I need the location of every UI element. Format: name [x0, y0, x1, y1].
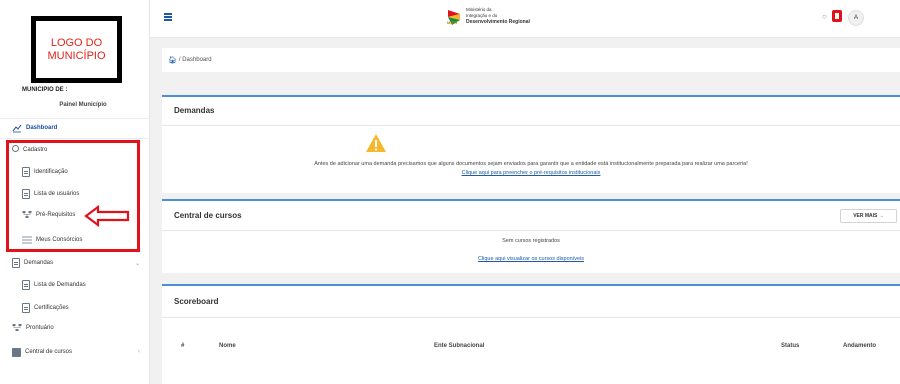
table-header-andamento: Andamento	[843, 343, 876, 349]
ministry-logo: Ministério da Integração e do Desenvolvi…	[446, 7, 530, 25]
document-icon	[22, 280, 30, 290]
highlight-frame	[6, 140, 140, 252]
card-title: Scoreboard	[174, 297, 219, 306]
ver-mais-button[interactable]: VER MAIS →	[840, 209, 897, 223]
panel-label: Painel Município	[59, 102, 107, 108]
municipality-logo: LOGO DO MUNICÍPIO	[31, 16, 122, 83]
sidebar-item-label: Demandas	[24, 260, 54, 266]
bell-icon[interactable]: ○	[822, 12, 827, 21]
demandas-card: Demandas	[162, 95, 900, 193]
avatar[interactable]: A	[848, 10, 864, 26]
table-header-index: #	[181, 343, 185, 349]
chevron-down-icon: ⌄	[134, 260, 140, 267]
table-header-ente: Ente Subnacional	[434, 343, 485, 349]
warning-icon	[366, 134, 386, 152]
sidebar-item-certificacoes[interactable]: Certificações	[0, 301, 150, 315]
sidebar-item-dashboard[interactable]: Dashboard	[0, 121, 150, 135]
breadcrumb: 🏠︎ / Dashboard	[162, 48, 900, 72]
sidebar-item-label: Central de cursos	[25, 349, 73, 355]
sidebar-item-label: Dashboard	[26, 125, 58, 131]
sidebar-item-lista-demandas[interactable]: Lista de Demandas	[0, 278, 150, 292]
cursos-empty: Sem cursos registrados	[502, 238, 560, 244]
top-header: Ministério da Integração e do Desenvolvi…	[150, 0, 900, 38]
home-icon[interactable]: 🏠︎	[168, 56, 177, 64]
table-header-nome: Nome	[219, 343, 236, 349]
arrow-left-icon	[84, 205, 130, 227]
card-title: Central de cursos	[174, 211, 242, 220]
ministry-line3: Desenvolvimento Regional	[466, 19, 530, 25]
demandas-message: Antes de adicionar uma demanda precisamo…	[314, 161, 748, 167]
sidebar-item-label: Certificações	[34, 305, 69, 311]
pdf-icon[interactable]	[832, 10, 842, 22]
sidebar-item-prontuario[interactable]: Prontuário	[0, 321, 150, 335]
menu-icon[interactable]	[164, 13, 172, 22]
breadcrumb-text: / Dashboard	[178, 57, 212, 63]
sidebar-item-label: Prontuário	[26, 325, 54, 331]
municipality-name: MUNICIPIO DE :	[22, 87, 68, 93]
document-icon	[12, 258, 20, 268]
sidebar: LOGO DO MUNICÍPIO MUNICIPIO DE : Painel …	[0, 0, 150, 384]
chart-line-icon	[12, 123, 22, 133]
chevron-left-icon: ‹	[138, 349, 140, 355]
hierarchy-icon	[12, 323, 22, 333]
book-icon	[12, 347, 21, 357]
scoreboard-card: Scoreboard	[162, 284, 900, 384]
sidebar-item-central-cursos[interactable]: Central de cursos ‹	[0, 345, 150, 359]
ministry-abbr: MIDR	[447, 20, 458, 25]
table-header-status: Status	[781, 343, 800, 349]
document-icon	[22, 303, 30, 313]
prerequisitos-link[interactable]: Clique aqui para preencher o pré-requisi…	[462, 170, 601, 176]
sidebar-item-label: Lista de Demandas	[34, 282, 86, 288]
cursos-link[interactable]: Clique aqui visualizar os cursos disponí…	[478, 256, 584, 262]
card-title: Demandas	[174, 106, 215, 115]
sidebar-item-demandas[interactable]: Demandas ⌄	[0, 256, 150, 270]
logo-text: LOGO DO MUNICÍPIO	[47, 36, 106, 62]
